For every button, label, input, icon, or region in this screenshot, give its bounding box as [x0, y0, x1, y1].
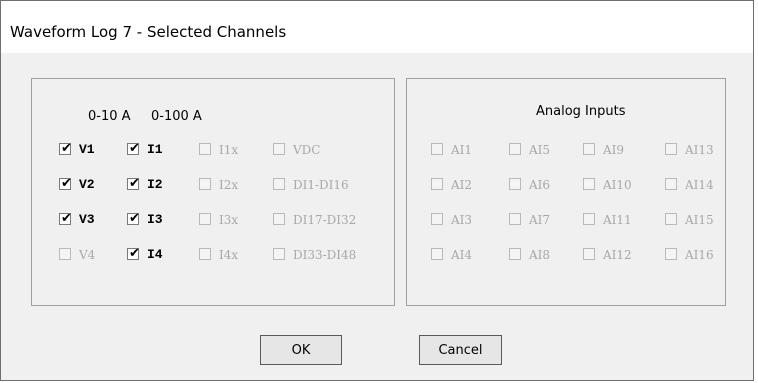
checkbox-label: AI4: [451, 248, 473, 262]
checkbox-label: AI5: [529, 143, 551, 157]
checkbox-box: [199, 143, 211, 155]
current-range-header: 0-100 A: [151, 109, 202, 124]
checkbox-label: AI12: [603, 248, 632, 262]
checkbox-box: [273, 248, 285, 260]
checkbox-label: AI1: [451, 143, 473, 157]
checkbox-box[interactable]: ✔: [127, 176, 140, 191]
checkbox-box[interactable]: ✔: [127, 246, 140, 261]
checkbox-label: AI2: [451, 178, 473, 192]
checkbox-label: I3x: [219, 213, 239, 227]
checkmark-icon: ✔: [129, 141, 140, 156]
checkbox-box[interactable]: ✔: [127, 141, 140, 156]
checkbox-box: [199, 248, 211, 260]
checkbox-box: [583, 178, 595, 190]
checkbox-label: AI6: [529, 178, 551, 192]
checkbox-box: [431, 248, 443, 260]
checkbox-box: [665, 143, 677, 155]
checkbox-label: AI14: [685, 178, 714, 192]
checkbox-label: AI11: [603, 213, 632, 227]
checkbox-label: V2: [79, 177, 95, 192]
checkbox-label: I3: [147, 212, 163, 227]
checkbox-label: DI17-DI32: [293, 213, 357, 227]
dialog-window: Waveform Log 7 - Selected Channels 0-10 …: [0, 0, 754, 381]
checkbox-label: I2x: [219, 178, 239, 192]
checkbox-box: [509, 213, 521, 225]
checkbox-box: [665, 178, 677, 190]
cancel-button[interactable]: Cancel: [419, 335, 502, 365]
checkmark-icon: ✔: [61, 176, 72, 191]
checkbox-box: [199, 213, 211, 225]
checkbox-label: AI10: [603, 178, 632, 192]
checkbox-box: [583, 248, 595, 260]
checkbox-box: [273, 213, 285, 225]
checkbox-label: I4: [147, 247, 163, 262]
checkbox-label: AI8: [529, 248, 551, 262]
window-title: Waveform Log 7 - Selected Channels: [10, 23, 287, 41]
title-bar: Waveform Log 7 - Selected Channels: [1, 1, 753, 53]
voltage-range-header: 0-10 A: [88, 109, 131, 124]
checkbox-box: [59, 248, 71, 260]
checkbox-label: V4: [79, 248, 96, 262]
checkmark-icon: ✔: [129, 211, 140, 226]
checkbox-label: AI7: [529, 213, 551, 227]
checkbox-box: [431, 178, 443, 190]
checkmark-icon: ✔: [129, 246, 140, 261]
checkbox-label: AI9: [603, 143, 625, 157]
checkbox-box: [431, 143, 443, 155]
checkbox-label: V1: [79, 142, 95, 157]
checkbox-box: [509, 178, 521, 190]
ok-button[interactable]: OK: [260, 335, 342, 365]
checkbox-label: I4x: [219, 248, 239, 262]
checkbox-label: DI1-DI16: [293, 178, 349, 192]
checkmark-icon: ✔: [129, 176, 140, 191]
analog-inputs-title: Analog Inputs: [536, 104, 626, 119]
checkmark-icon: ✔: [61, 211, 72, 226]
checkbox-label: AI13: [685, 143, 714, 157]
checkbox-box: [509, 143, 521, 155]
checkbox-label: AI16: [685, 248, 714, 262]
checkbox-label: I1: [147, 142, 163, 157]
checkbox-box[interactable]: ✔: [127, 211, 140, 226]
checkbox-box: [273, 178, 285, 190]
checkbox-box: [199, 178, 211, 190]
checkbox-box[interactable]: ✔: [59, 176, 72, 191]
checkbox-label: V3: [79, 212, 95, 227]
checkbox-box: [583, 213, 595, 225]
checkbox-label: I2: [147, 177, 163, 192]
checkbox-label: I1x: [219, 143, 239, 157]
checkbox-box: [665, 248, 677, 260]
checkbox-box: [273, 143, 285, 155]
checkbox-label: DI33-DI48: [293, 248, 357, 262]
checkbox-label: AI15: [685, 213, 714, 227]
checkbox-label: VDC: [293, 143, 321, 157]
checkbox-box: [583, 143, 595, 155]
checkbox-box: [431, 213, 443, 225]
checkmark-icon: ✔: [61, 141, 72, 156]
checkbox-label: AI3: [451, 213, 473, 227]
checkbox-box[interactable]: ✔: [59, 211, 72, 226]
checkbox-box: [665, 213, 677, 225]
checkbox-box: [509, 248, 521, 260]
checkbox-box[interactable]: ✔: [59, 141, 72, 156]
